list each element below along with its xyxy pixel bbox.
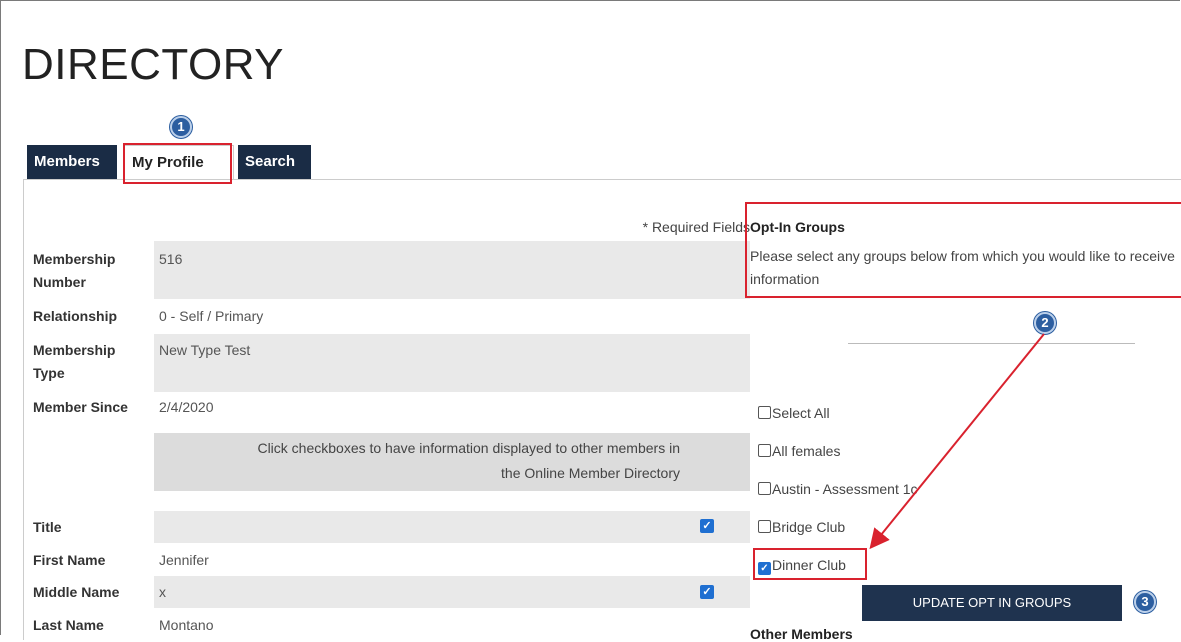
membership-type-label-line1: Membership [33,342,116,358]
annotation-step-1: 1 [170,116,192,138]
membership-number-value: 516 [159,251,183,267]
last-name-value: Montano [159,617,214,633]
group-austin-assessment[interactable]: Austin - Assessment 1c [758,481,918,497]
annotation-step-3: 3 [1134,591,1156,613]
directory-notice-line2: the Online Member Directory [501,465,680,481]
annotation-highlight-my-profile [123,143,232,184]
required-fields-note: * Required Fields [642,219,750,235]
opt-in-divider [848,343,1135,344]
relationship-label: Relationship [33,308,118,324]
checkbox-icon[interactable] [758,406,771,419]
membership-type-label-line2: Type [33,365,65,381]
membership-number-label-line2: Number [33,274,86,290]
directory-notice-line1: Click checkboxes to have information dis… [257,440,680,456]
middle-name-bg [154,576,750,608]
membership-type-value: New Type Test [159,342,251,358]
membership-number-bg [154,241,750,299]
page-title: DIRECTORY [22,40,285,89]
group-austin-assessment-label: Austin - Assessment 1c [772,481,918,497]
tab-search[interactable]: Search [238,145,311,179]
tab-members[interactable]: Members [27,145,117,179]
member-since-value: 2/4/2020 [159,399,214,415]
group-bridge-club-label: Bridge Club [772,519,846,535]
last-name-label: Last Name [33,617,104,633]
annotation-highlight-dinner-club [753,548,867,580]
middle-name-value: x [159,584,166,600]
first-name-label: First Name [33,552,106,568]
first-name-value: Jennifer [159,552,209,568]
membership-number-label-line1: Membership [33,251,116,267]
relationship-value: 0 - Self / Primary [159,308,264,324]
middle-name-show-checkbox[interactable]: ✓ [700,585,714,599]
title-bg [154,511,750,543]
annotation-step-2: 2 [1034,312,1056,334]
title-label: Title [33,519,62,535]
member-since-label: Member Since [33,399,128,415]
title-show-checkbox[interactable]: ✓ [700,519,714,533]
group-select-all[interactable]: Select All [758,405,830,421]
middle-name-label: Middle Name [33,584,120,600]
annotation-highlight-opt-in [745,202,1181,298]
checkbox-icon[interactable] [758,444,771,457]
group-select-all-label: Select All [772,405,830,421]
group-all-females[interactable]: All females [758,443,840,459]
group-bridge-club[interactable]: Bridge Club [758,519,845,535]
checkbox-icon[interactable] [758,482,771,495]
membership-type-label: Membership Type [33,339,115,385]
update-opt-in-groups-button[interactable]: UPDATE OPT IN GROUPS [862,585,1122,621]
membership-number-label: Membership Number [33,248,115,294]
other-members-heading: Other Members [750,626,853,642]
checkbox-icon[interactable] [758,520,771,533]
directory-notice: Click checkboxes to have information dis… [160,436,680,486]
group-all-females-label: All females [772,443,841,459]
